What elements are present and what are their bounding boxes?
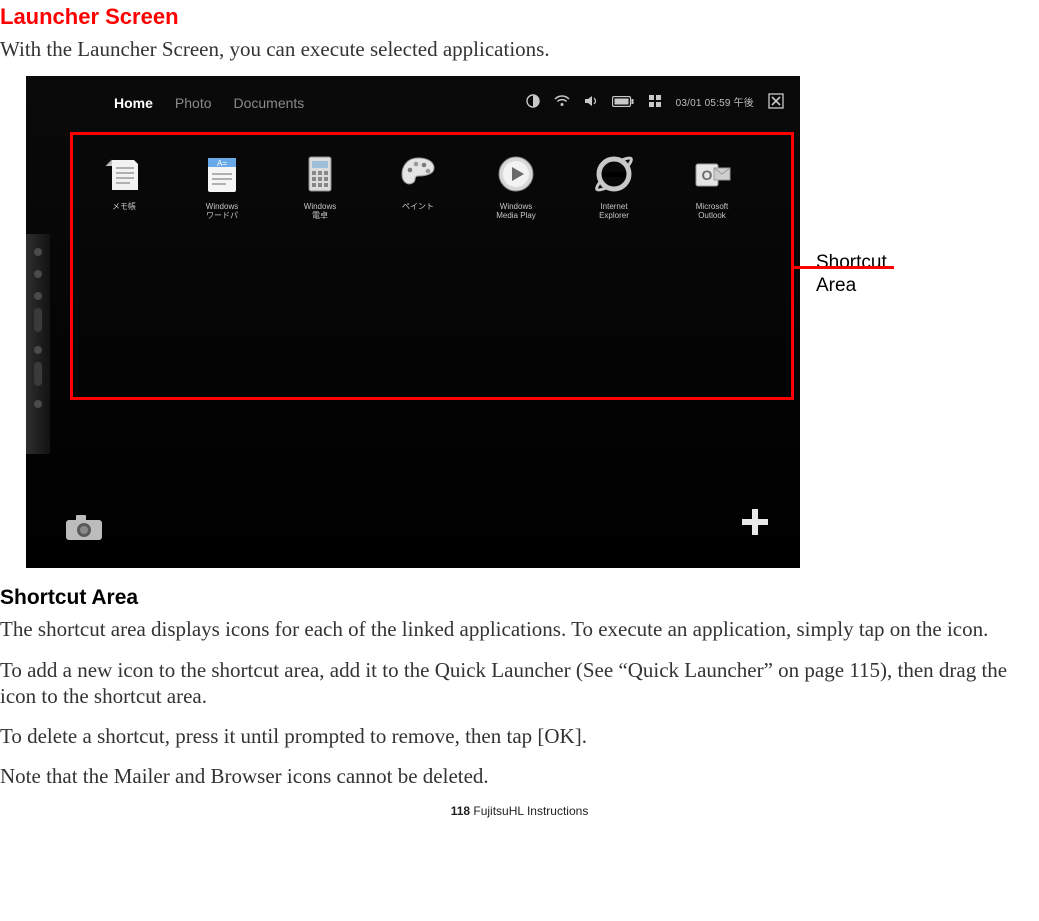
status-time: 03/01 05:59 午後	[676, 94, 754, 109]
wifi-icon[interactable]	[554, 95, 570, 107]
app-icon-paint[interactable]: ペイント	[382, 152, 454, 220]
intro-paragraph: With the Launcher Screen, you can execut…	[0, 36, 1039, 62]
status-bar: 03/01 05:59 午後	[526, 90, 784, 112]
internet-explorer-icon	[592, 152, 636, 196]
paragraph-2: To add a new icon to the shortcut area, …	[0, 657, 1039, 710]
footer-title: FujitsuHL Instructions	[470, 804, 588, 818]
wordpad-icon: A=	[200, 152, 244, 196]
tab-photo[interactable]: Photo	[175, 95, 212, 111]
camera-icon[interactable]	[64, 512, 104, 548]
app-label: Windows ワードパ	[186, 202, 258, 220]
apps-grid-icon[interactable]	[648, 94, 662, 108]
app-icon-internet-explorer[interactable]: Internet Explorer	[578, 152, 650, 220]
brightness-icon[interactable]	[526, 94, 540, 108]
app-label: Windows Media Play	[480, 202, 552, 220]
notepad-icon	[102, 152, 146, 196]
app-icon-wordpad[interactable]: A= Windows ワードパ	[186, 152, 258, 220]
paragraph-1: The shortcut area displays icons for eac…	[0, 616, 1039, 642]
app-icon-notepad[interactable]: メモ帳	[88, 152, 160, 220]
heading-launcher-screen: Launcher Screen	[0, 4, 1039, 30]
svg-text:A=: A=	[217, 159, 227, 168]
app-label: Windows 電卓	[284, 202, 356, 220]
footer: 118 FujitsuHL Instructions	[0, 804, 1039, 818]
app-label: ペイント	[382, 202, 454, 211]
app-icon-outlook[interactable]: O Microsoft Outlook	[676, 152, 748, 220]
side-panel	[26, 234, 50, 454]
tab-home[interactable]: Home	[114, 95, 153, 111]
outlook-icon: O	[690, 152, 734, 196]
figure-wrapper: Home Photo Documents	[26, 76, 1039, 568]
volume-icon[interactable]	[584, 95, 598, 107]
paragraph-4: Note that the Mailer and Browser icons c…	[0, 763, 1039, 789]
paragraph-3: To delete a shortcut, press it until pro…	[0, 723, 1039, 749]
tab-documents[interactable]: Documents	[234, 95, 305, 111]
shortcut-icon-row: メモ帳 A= Windows ワードパ Windows 電卓	[88, 152, 748, 220]
app-icon-media-player[interactable]: Windows Media Play	[480, 152, 552, 220]
media-player-icon	[494, 152, 538, 196]
callout-line	[794, 266, 894, 269]
add-icon[interactable]	[740, 507, 770, 546]
heading-shortcut-area: Shortcut Area	[0, 586, 1039, 610]
app-label: Internet Explorer	[578, 202, 650, 220]
page-number: 118	[451, 804, 470, 818]
close-icon[interactable]	[768, 93, 784, 109]
callout-shortcut-area: Shortcut Area	[816, 252, 936, 298]
paint-icon	[396, 152, 440, 196]
launcher-screenshot: Home Photo Documents	[26, 76, 800, 568]
app-icon-calculator[interactable]: Windows 電卓	[284, 152, 356, 220]
app-label: メモ帳	[88, 202, 160, 211]
svg-text:O: O	[702, 167, 713, 183]
calculator-icon	[298, 152, 342, 196]
app-label: Microsoft Outlook	[676, 202, 748, 220]
battery-icon[interactable]	[612, 96, 634, 107]
